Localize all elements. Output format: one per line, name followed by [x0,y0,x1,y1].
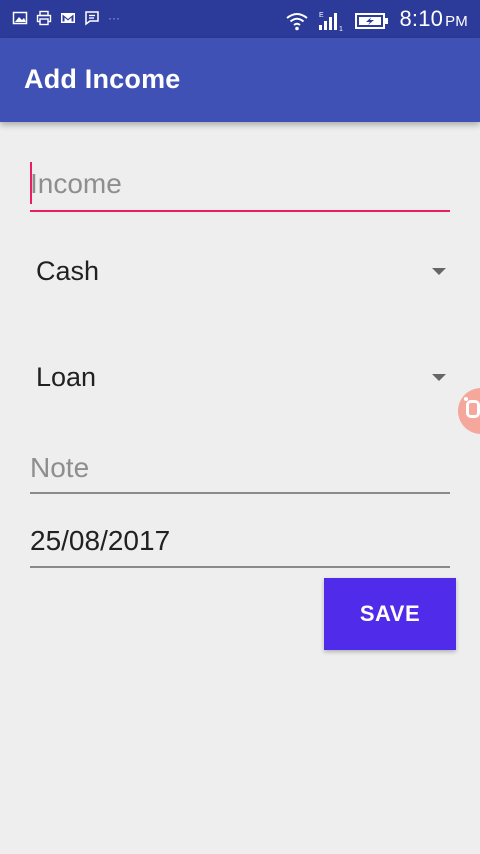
dropdown-arrow-icon [432,268,446,275]
gmail-icon [61,13,75,23]
notification-icons: ··· [12,10,120,26]
income-field-container [30,162,450,212]
status-bar: ··· E 1 8:10 PM [0,0,480,38]
account-spinner-value: Cash [36,256,100,286]
save-button[interactable]: SAVE [324,578,456,650]
signal-icon: E 1 [319,12,343,32]
dropdown-arrow-icon [432,374,446,381]
account-spinner[interactable]: Cash [36,248,450,298]
battery-icon [355,12,389,29]
svg-text:1: 1 [339,26,343,32]
gallery-icon [12,11,28,25]
svg-text:E: E [319,12,324,19]
note-input[interactable] [30,448,450,488]
app-bar: Add Income [0,38,480,122]
floating-bubble-icon[interactable] [458,388,480,434]
date-field-container [30,520,450,568]
wifi-icon [286,12,309,30]
clock-ampm: PM [445,13,468,30]
message-icon [85,11,99,26]
note-field-container [30,448,450,494]
text-cursor [30,162,32,204]
bubble-glyph [466,400,480,418]
category-spinner[interactable]: Loan [36,354,450,404]
printer-icon [36,10,52,26]
more-notifications-indicator: ··· [108,11,120,25]
system-icons: E 1 8:10 PM [285,7,468,34]
category-spinner-value: Loan [36,362,97,392]
income-input[interactable] [30,162,450,206]
page-title: Add Income [24,64,181,94]
clock-time: 8:10 [399,6,444,31]
clock: 8:10 PM [399,7,468,34]
date-input[interactable] [30,520,450,562]
